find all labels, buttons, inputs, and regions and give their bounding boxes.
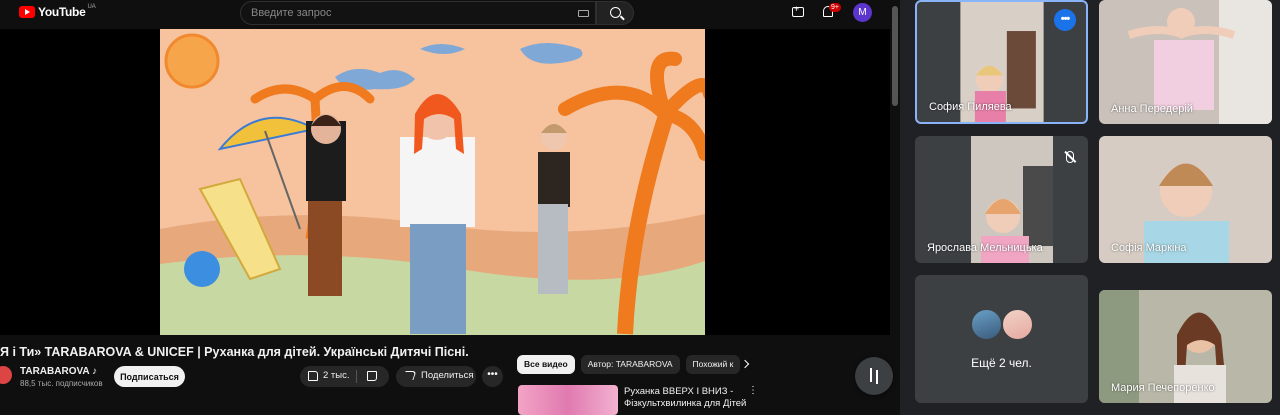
youtube-play-icon — [19, 6, 35, 18]
channel-name[interactable]: TARABAROVA ♪ — [20, 366, 97, 377]
like-divider — [356, 370, 357, 383]
meet-participant-grid: ••• София Пиляева Анна Передерій Ярослав… — [904, 0, 1280, 415]
participant-name: София Пиляева — [929, 101, 1012, 113]
dancer-left — [306, 114, 346, 296]
recommended-more-icon[interactable]: ⋮ — [748, 385, 758, 396]
keyboard-icon[interactable] — [578, 10, 589, 17]
participant-tile-4[interactable]: Софія Маркіна — [1099, 136, 1272, 263]
participant-name: Анна Передерій — [1111, 103, 1193, 115]
channel-avatar[interactable] — [0, 366, 12, 384]
swap-layout-button[interactable] — [855, 357, 893, 395]
participant-tile-2[interactable]: Анна Передерій — [1099, 0, 1272, 124]
yt-header: YouTube UA 9+ M — [0, 0, 900, 26]
tile-options-button[interactable]: ••• — [1054, 9, 1076, 31]
chip-all-videos[interactable]: Все видео — [517, 355, 575, 374]
video-player[interactable] — [0, 29, 890, 335]
participant-name: Софія Маркіна — [1111, 242, 1187, 254]
screen: YouTube UA 9+ M — [0, 0, 1280, 415]
participant-tile-1[interactable]: ••• София Пиляева — [915, 0, 1088, 124]
participant-name: Мария Печепоренко — [1111, 382, 1215, 394]
participant-tile-3[interactable]: Ярослава Мельницька — [915, 136, 1088, 263]
subscriber-count: 88,5 тыс. подписчиков — [20, 379, 103, 388]
share-arrow-icon — [402, 371, 417, 380]
participant-avatar — [970, 308, 1003, 341]
youtube-logo[interactable]: YouTube UA — [19, 4, 96, 19]
video-title: Я і Ти» TARABAROVA & UNICEF | Руханка дл… — [0, 345, 469, 359]
search-icon — [610, 7, 621, 18]
account-avatar[interactable]: M — [853, 3, 872, 22]
video-frame[interactable] — [160, 29, 705, 335]
search-box — [240, 1, 596, 25]
recommended-video-thumbnail[interactable] — [518, 385, 618, 415]
share-label: Поделиться — [421, 370, 474, 381]
like-count: 2 тыс. — [323, 370, 350, 381]
chip-similar[interactable]: Похожий к — [685, 355, 741, 374]
recommended-video-title[interactable]: Руханка ВВЕРХ І ВНИЗ - Фізкультхвилинка … — [624, 386, 750, 410]
notification-count-badge: 9+ — [829, 3, 841, 12]
swap-arrows-icon — [868, 367, 880, 385]
thumb-down-icon[interactable] — [367, 371, 377, 381]
create-video-icon[interactable] — [792, 4, 804, 17]
more-actions-button[interactable]: ••• — [482, 366, 503, 387]
subscribe-button[interactable]: Подписаться — [114, 366, 185, 387]
more-participants-label: Ещё 2 чел. — [971, 356, 1032, 370]
youtube-window: YouTube UA 9+ M — [0, 0, 900, 415]
participant-name: Ярослава Мельницька — [927, 242, 1043, 254]
like-button[interactable]: 2 тыс. — [308, 370, 350, 381]
page-scrollbar-thumb[interactable] — [892, 6, 898, 106]
search-input[interactable] — [241, 2, 561, 24]
chevron-right-icon[interactable] — [740, 359, 750, 369]
more-participants-tile[interactable]: Ещё 2 чел. — [915, 275, 1088, 403]
more-participants-avatars — [970, 308, 1034, 341]
like-dislike-group: 2 тыс. — [300, 366, 389, 387]
mic-off-icon — [1066, 151, 1074, 163]
share-button[interactable]: Поделиться — [396, 366, 476, 387]
search-button[interactable] — [596, 1, 634, 25]
participant-avatar — [1001, 308, 1034, 341]
chip-author[interactable]: Автор: TARABAROVA — [580, 355, 680, 374]
country-code: UA — [87, 4, 96, 10]
logo-text: YouTube — [38, 5, 86, 19]
recommendation-chips: Все видео Автор: TARABAROVA Похожий к — [517, 355, 741, 374]
participant-tile-6[interactable]: Мария Печепоренко — [1099, 290, 1272, 403]
thumb-up-icon — [308, 370, 318, 381]
